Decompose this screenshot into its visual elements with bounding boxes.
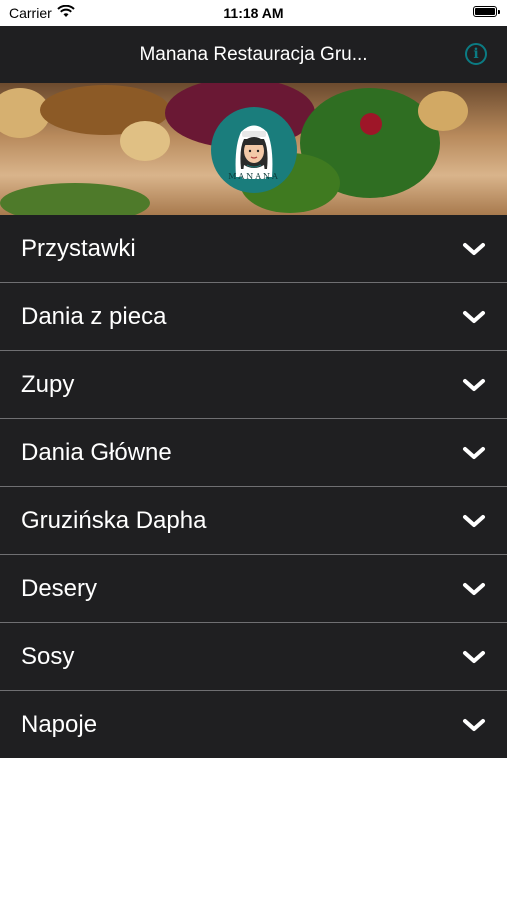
menu-category-gruzinska-dapha[interactable]: Gruzińska Dapha	[0, 487, 507, 555]
chevron-down-icon	[463, 514, 485, 527]
restaurant-logo: MANANA	[211, 107, 297, 193]
menu-category-label: Napoje	[21, 710, 98, 738]
menu-category-label: Przystawki	[21, 234, 136, 262]
menu-category-desery[interactable]: Desery	[0, 555, 507, 623]
status-bar: Carrier 11:18 AM	[0, 0, 507, 26]
menu-category-label: Dania Główne	[21, 438, 172, 466]
menu-category-label: Sosy	[21, 642, 75, 670]
page-title: Manana Restauracja Gru...	[139, 43, 368, 65]
menu-category-przystawki[interactable]: Przystawki	[0, 215, 507, 283]
chevron-down-icon	[463, 378, 485, 391]
chevron-down-icon	[463, 446, 485, 459]
walnut-shape	[418, 91, 468, 131]
menu-list: Przystawki Dania z pieca Zupy Dania Głów…	[0, 215, 507, 758]
status-time: 11:18 AM	[223, 5, 284, 21]
info-icon[interactable]: i	[465, 43, 487, 65]
chevron-down-icon	[463, 718, 485, 731]
menu-category-zupy[interactable]: Zupy	[0, 351, 507, 419]
empty-area	[0, 758, 507, 899]
logo-text: MANANA	[228, 172, 280, 181]
menu-category-label: Desery	[21, 574, 98, 602]
walnut-shape	[120, 121, 170, 161]
chevron-down-icon	[463, 582, 485, 595]
menu-category-label: Dania z pieca	[21, 302, 167, 330]
menu-category-dania-z-pieca[interactable]: Dania z pieca	[0, 283, 507, 351]
chevron-down-icon	[463, 650, 485, 663]
menu-category-label: Gruzińska Dapha	[21, 506, 207, 534]
pomegranate-shape	[360, 113, 382, 135]
menu-category-napoje[interactable]: Napoje	[0, 691, 507, 758]
greens-shape	[0, 183, 150, 215]
chevron-down-icon	[463, 310, 485, 323]
chevron-down-icon	[463, 242, 485, 255]
navigation-bar: Manana Restauracja Gru... i	[0, 26, 507, 83]
battery-icon	[473, 6, 500, 17]
menu-category-sosy[interactable]: Sosy	[0, 623, 507, 691]
header-banner: MANANA	[0, 83, 507, 215]
menu-category-dania-glowne[interactable]: Dania Główne	[0, 419, 507, 487]
menu-category-label: Zupy	[21, 370, 75, 398]
